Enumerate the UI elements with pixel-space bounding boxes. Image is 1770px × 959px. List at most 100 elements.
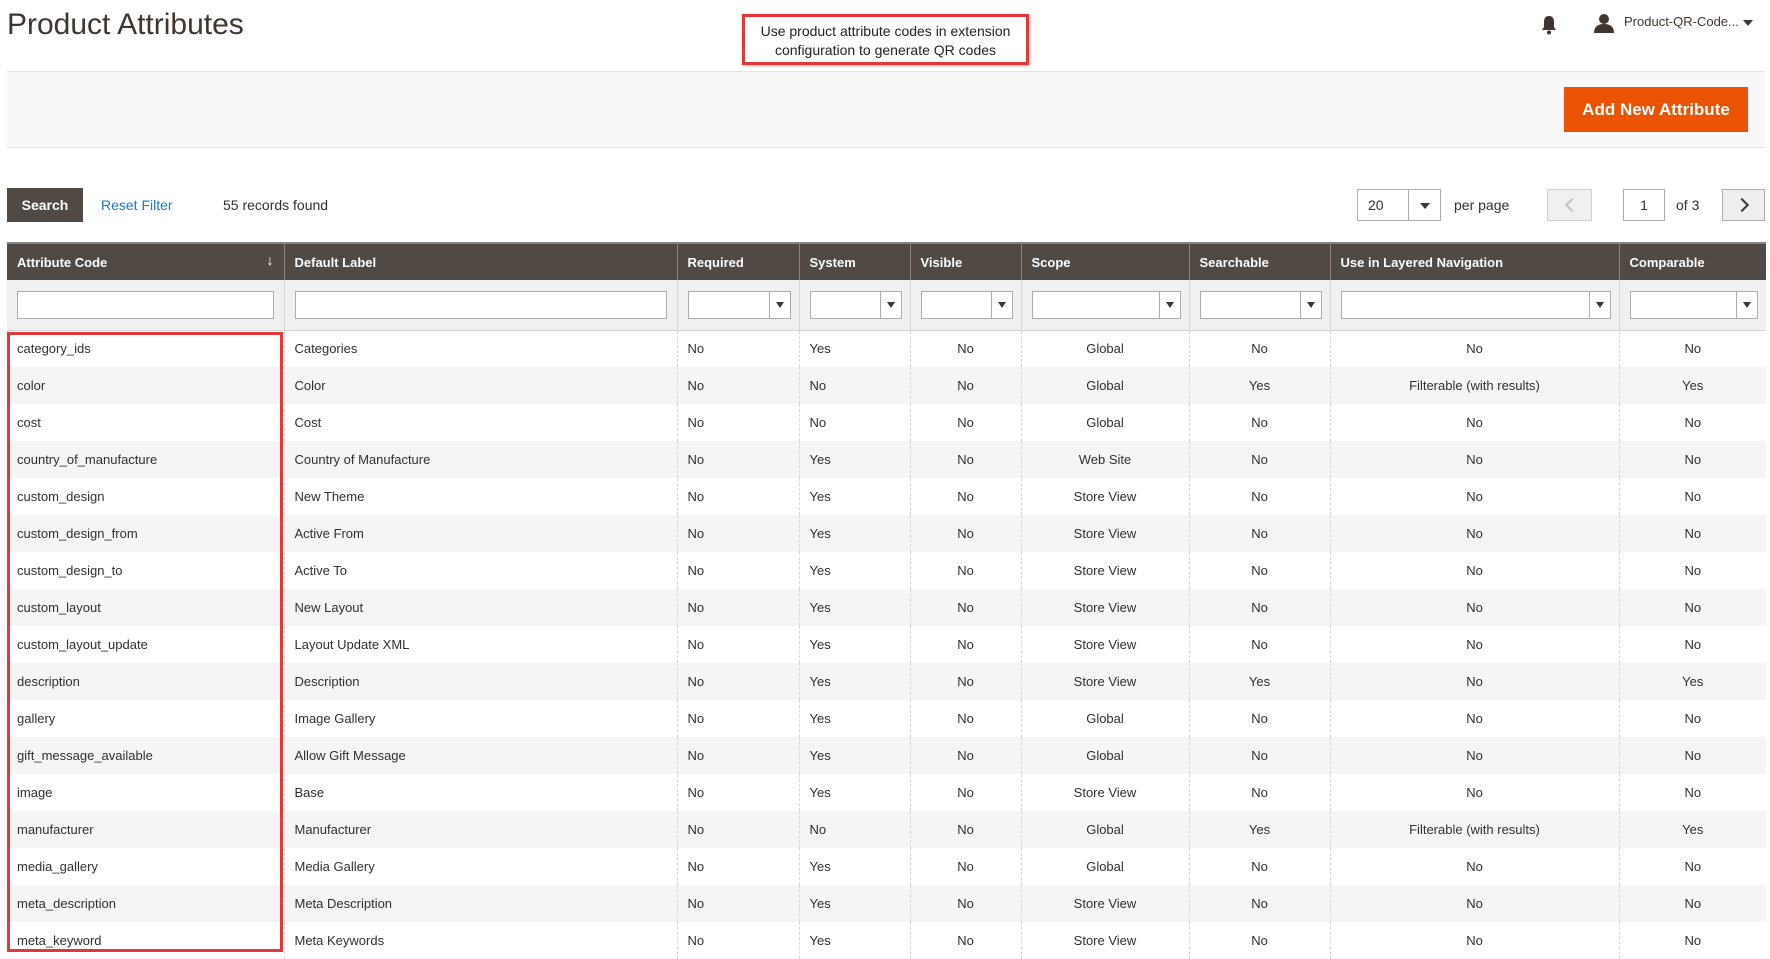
cell-attribute-code: custom_layout_update (7, 626, 284, 663)
attribute-code-filter-input[interactable] (17, 290, 274, 319)
required-filter-select[interactable] (687, 290, 791, 319)
page-title: Product Attributes (7, 8, 244, 41)
cell-comparable: No (1618, 700, 1766, 737)
cell-required: No (676, 774, 799, 811)
reset-filter-link[interactable]: Reset Filter (101, 197, 173, 213)
cell-attribute-code: meta_keyword (7, 922, 284, 959)
column-header-visible[interactable]: Visible (909, 242, 1021, 280)
cell-scope: Store View (1020, 922, 1189, 959)
cell-comparable: No (1618, 441, 1766, 478)
user-account-name[interactable]: Product-QR-Code... (1624, 14, 1739, 29)
cell-comparable: No (1618, 737, 1766, 774)
cell-required: No (676, 737, 799, 774)
table-row[interactable]: gallery Image Gallery No Yes No Global No No No (7, 700, 1766, 737)
cell-default-label: Active From (283, 515, 677, 552)
cell-visible: No (909, 478, 1021, 515)
per-page-value: 20 (1368, 197, 1384, 213)
visible-filter-select[interactable] (920, 290, 1013, 319)
table-row[interactable]: meta_keyword Meta Keywords No Yes No Store Vi… (7, 922, 1766, 959)
cell-searchable: No (1188, 589, 1330, 626)
cell-default-label: Base (283, 774, 677, 811)
page-number-input[interactable]: 1 (1623, 189, 1665, 221)
table-row[interactable]: description Description No Yes No Store View Y… (7, 663, 1766, 700)
searchable-filter-select[interactable] (1199, 290, 1322, 319)
add-new-attribute-button[interactable]: Add New Attribute (1564, 87, 1748, 132)
table-row[interactable]: manufacturer Manufacturer No No No Global Yes F… (7, 811, 1766, 848)
cell-default-label: Allow Gift Message (283, 737, 677, 774)
chevron-down-icon[interactable] (1420, 203, 1430, 209)
chevron-down-icon[interactable] (1743, 20, 1753, 26)
column-header-default-label[interactable]: Default Label (283, 242, 677, 280)
column-header-scope[interactable]: Scope (1020, 242, 1189, 280)
filter-cell (283, 280, 677, 331)
table-row[interactable]: color Color No No No Global Yes Filterable (wit… (7, 367, 1766, 404)
column-header-comparable[interactable]: Comparable (1618, 242, 1766, 280)
total-pages-label: of 3 (1676, 197, 1700, 213)
table-row[interactable]: custom_design_from Active From No Yes No Stor… (7, 515, 1766, 552)
table-row[interactable]: cost Cost No No No Global No No No (7, 404, 1766, 441)
system-filter-select[interactable] (809, 290, 902, 319)
cell-searchable: No (1188, 737, 1330, 774)
cell-searchable: Yes (1188, 367, 1330, 404)
page-actions-bar (7, 72, 1765, 148)
cell-searchable: No (1188, 441, 1330, 478)
scope-filter-select[interactable] (1031, 290, 1181, 319)
column-header-system[interactable]: System (798, 242, 910, 280)
next-page-button[interactable] (1722, 189, 1765, 221)
comparable-filter-select[interactable] (1629, 290, 1758, 319)
chevron-down-icon (997, 301, 1006, 308)
table-row[interactable]: custom_layout_update Layout Update XML No Y… (7, 626, 1766, 663)
cell-comparable: Yes (1618, 663, 1766, 700)
filter-row (7, 280, 1766, 331)
table-row[interactable]: media_gallery Media Gallery No Yes No Global N… (7, 848, 1766, 885)
column-header-required[interactable]: Required (676, 242, 799, 280)
cell-system: Yes (798, 737, 910, 774)
user-icon[interactable] (1593, 13, 1615, 33)
cell-system: No (798, 367, 910, 404)
cell-required: No (676, 626, 799, 663)
table-row[interactable]: custom_design_to Active To No Yes No Store Vi… (7, 552, 1766, 589)
default-label-filter-input[interactable] (294, 290, 667, 319)
cell-comparable: No (1618, 330, 1766, 367)
sort-arrow-icon[interactable]: ↓ (267, 252, 274, 268)
table-row[interactable]: meta_description Meta Description No Yes No S… (7, 885, 1766, 922)
cell-scope: Store View (1020, 478, 1189, 515)
cell-system: Yes (798, 552, 910, 589)
search-button[interactable]: Search (7, 188, 83, 222)
cell-required: No (676, 922, 799, 959)
table-row[interactable]: gift_message_available Allow Gift Message… (7, 737, 1766, 774)
bell-icon[interactable] (1540, 15, 1558, 35)
cell-system: Yes (798, 626, 910, 663)
cell-layered-navigation: No (1329, 626, 1619, 663)
cell-visible: No (909, 700, 1021, 737)
previous-page-button[interactable] (1547, 189, 1592, 221)
cell-comparable: Yes (1618, 811, 1766, 848)
cell-default-label: Media Gallery (283, 848, 677, 885)
cell-required: No (676, 515, 799, 552)
column-header-layered-navigation[interactable]: Use in Layered Navigation (1329, 242, 1619, 280)
table-row[interactable]: category_ids Categories No Yes No Global No No N… (7, 330, 1766, 367)
cell-searchable: No (1188, 700, 1330, 737)
cell-visible: No (909, 885, 1021, 922)
table-row[interactable]: custom_layout New Layout No Yes No Store View… (7, 589, 1766, 626)
cell-layered-navigation: No (1329, 700, 1619, 737)
cell-attribute-code: media_gallery (7, 848, 284, 885)
cell-default-label: Categories (283, 330, 677, 367)
cell-scope: Global (1020, 330, 1189, 367)
cell-scope: Global (1020, 404, 1189, 441)
cell-visible: No (909, 663, 1021, 700)
cell-comparable: No (1618, 848, 1766, 885)
column-header-searchable[interactable]: Searchable (1188, 242, 1330, 280)
cell-attribute-code: gallery (7, 700, 284, 737)
table-row[interactable]: country_of_manufacture Country of Manufac… (7, 441, 1766, 478)
chevron-down-icon (775, 301, 784, 308)
cell-comparable: No (1618, 774, 1766, 811)
table-row[interactable]: image Base No Yes No Store View No No No (7, 774, 1766, 811)
table-row[interactable]: custom_design New Theme No Yes No Store View N… (7, 478, 1766, 515)
column-header-attribute-code[interactable]: Attribute Code ↓ (7, 242, 284, 280)
layered-navigation-filter-select[interactable] (1340, 290, 1611, 319)
cell-comparable: No (1618, 626, 1766, 663)
cell-visible: No (909, 774, 1021, 811)
per-page-select[interactable]: 20 (1357, 189, 1441, 221)
cell-attribute-code: cost (7, 404, 284, 441)
